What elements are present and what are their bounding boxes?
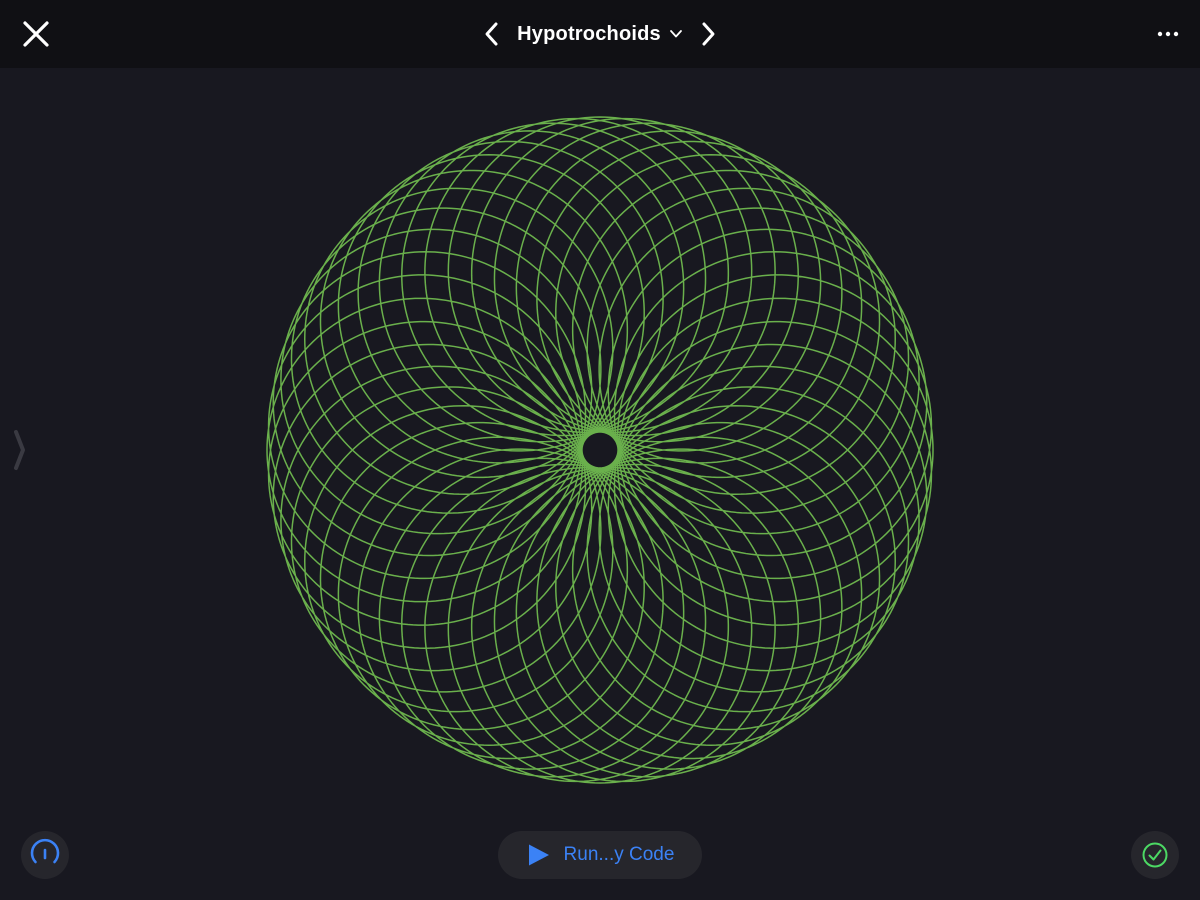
hypotrochoid-drawing: [266, 116, 934, 784]
sidebar-handle[interactable]: [10, 428, 30, 472]
close-button[interactable]: [18, 16, 54, 52]
ellipsis-icon: [1157, 31, 1179, 37]
speed-button[interactable]: [21, 831, 69, 879]
status-button[interactable]: [1131, 831, 1179, 879]
chevron-left-icon: [485, 22, 498, 46]
play-icon: [528, 844, 549, 866]
page-navigation: Hypotrochoids: [0, 0, 1200, 68]
top-bar: Hypotrochoids: [0, 0, 1200, 68]
hypotrochoid-curve: [266, 116, 934, 784]
drawing-canvas: [0, 68, 1200, 900]
next-page-button[interactable]: [697, 19, 719, 49]
run-code-label: Run...y Code: [563, 844, 675, 865]
chevron-right-icon: [702, 22, 715, 46]
page-title: Hypotrochoids: [517, 22, 661, 45]
close-icon: [23, 21, 49, 47]
checkmark-circle-icon: [1142, 842, 1168, 868]
more-options-button[interactable]: [1154, 20, 1182, 48]
previous-page-button[interactable]: [481, 19, 503, 49]
chevron-down-icon: [669, 30, 682, 38]
page-title-menu[interactable]: Hypotrochoids: [517, 23, 683, 46]
chevron-right-icon: [14, 430, 25, 470]
speedometer-icon: [30, 838, 60, 864]
run-code-button[interactable]: Run...y Code: [498, 831, 702, 879]
